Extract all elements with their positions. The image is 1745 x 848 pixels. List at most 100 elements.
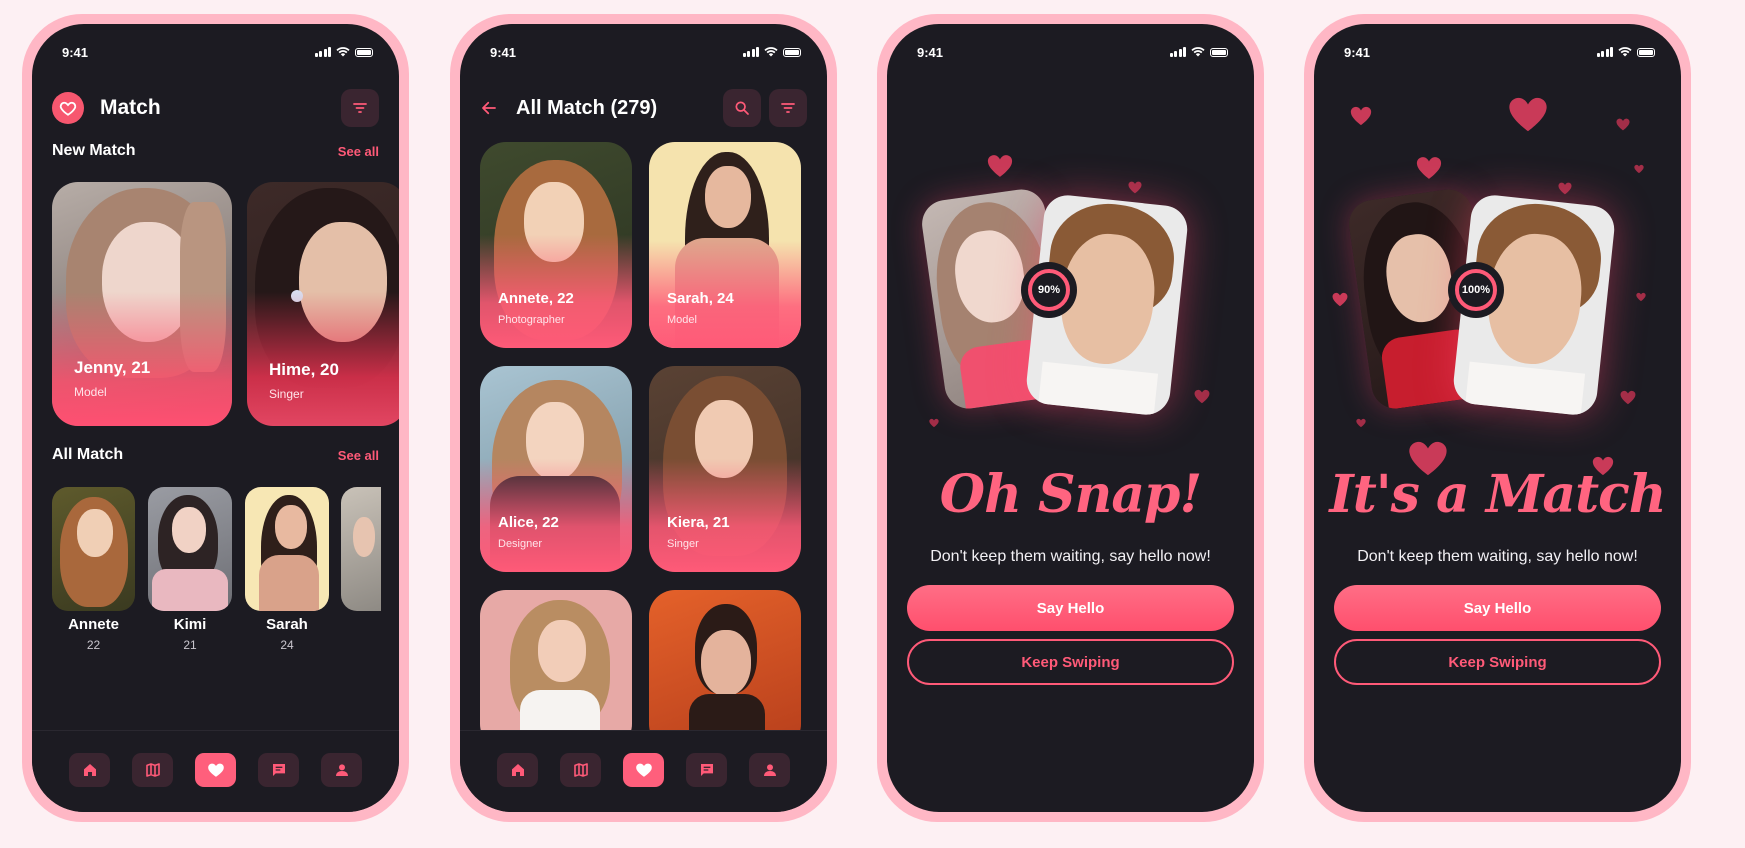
chat-icon [272,763,285,776]
match-card[interactable]: Kiera, 21 Singer [649,366,801,572]
match-percent: 100% [1455,269,1497,311]
match-card[interactable] [480,590,632,750]
all-match-photo[interactable] [148,487,232,611]
phone-its-a-match: 9:41 100% It's a Match Don't keep them w… [1304,14,1691,822]
person-age: 22 [86,638,101,652]
nav-profile-button[interactable] [321,752,362,787]
card-role: Designer [498,538,543,550]
phone-match-home: 9:41 Match New Match See all Jenny, 21 M… [22,14,409,822]
match-card[interactable]: Sarah, 24 Model [649,142,801,348]
battery-icon [1637,47,1655,57]
heart-icon [987,155,1013,177]
search-icon [735,101,749,115]
phone-all-match: 9:41 All Match (279) Annete, 22 Photogra [450,14,837,822]
card-role: Model [667,314,697,326]
all-match-photo[interactable] [341,487,381,611]
wifi-icon [1191,47,1205,57]
nav-home-button[interactable] [497,752,538,787]
battery-icon [355,47,373,57]
heart-icon [1194,389,1210,404]
match-percent-badge: 90% [1021,262,1077,318]
all-match-heading: All Match [52,446,124,463]
profile-icon [335,763,348,776]
nav-chat-button[interactable] [258,752,299,787]
filter-button[interactable] [769,89,807,127]
card-role: Photographer [498,314,565,326]
nav-match-button[interactable] [195,752,236,787]
match-card[interactable]: Alice, 22 Designer [480,366,632,572]
heart-icon [1636,292,1646,302]
wifi-icon [336,47,350,57]
say-hello-button[interactable]: Say Hello [907,585,1234,631]
page-title: Match [100,96,161,119]
heart-icon [1356,418,1366,428]
match-card[interactable] [649,590,801,750]
heart-icon [1558,182,1572,195]
card-role: Singer [667,538,699,550]
back-arrow-icon[interactable] [480,99,498,117]
card-name: Alice, 22 [498,514,559,531]
home-icon [83,763,96,776]
heart-icon [1332,292,1348,307]
all-match-see-all-link[interactable]: See all [338,448,379,463]
wifi-icon [1618,47,1632,57]
status-time: 9:41 [917,44,944,60]
heart-icon [1616,118,1630,131]
heart-icon [635,763,652,777]
bottom-nav [32,730,399,812]
nav-home-button[interactable] [69,752,110,787]
card-role: Model [74,385,107,399]
new-match-see-all-link[interactable]: See all [338,144,379,159]
card-name: Hime, 20 [269,360,339,379]
filter-button[interactable] [341,89,379,127]
wifi-icon [764,47,778,57]
nav-profile-button[interactable] [749,752,790,787]
new-match-heading: New Match [52,142,136,159]
page-title: All Match (279) [516,96,658,119]
filter-icon [781,103,795,113]
chat-icon [700,763,713,776]
status-time: 9:41 [62,44,89,60]
heart-icon [207,763,224,777]
filter-icon [353,103,367,113]
signal-icon [1596,47,1613,57]
nav-map-button[interactable] [132,752,173,787]
card-name: Annete, 22 [498,290,574,307]
match-headline: Oh Snap! [939,464,1202,525]
card-name: Jenny, 21 [74,358,151,377]
match-card[interactable]: Annete, 22 Photographer [480,142,632,348]
new-match-card[interactable]: Hime, 20 Singer [247,182,399,426]
keep-swiping-button[interactable]: Keep Swiping [1334,639,1661,685]
person-name: Kimi [173,616,207,633]
new-match-card[interactable]: Jenny, 21 Model [52,182,232,426]
all-match-photo[interactable] [52,487,135,611]
map-icon [145,762,160,777]
nav-map-button[interactable] [560,752,601,787]
status-bar: 9:41 [917,44,1228,60]
match-percent-badge: 100% [1448,262,1504,318]
heart-icon [929,418,939,428]
keep-swiping-button[interactable]: Keep Swiping [907,639,1234,685]
heart-icon [1128,181,1142,194]
signal-icon [1169,47,1186,57]
header: Match [52,88,379,128]
heart-icon [1634,164,1644,174]
person-age: 21 [183,638,197,652]
app-logo-icon [52,92,84,124]
status-bar: 9:41 [490,44,801,60]
nav-chat-button[interactable] [686,752,727,787]
match-tagline: Don't keep them waiting, say hello now! [1357,548,1638,565]
nav-match-button[interactable] [623,752,664,787]
heart-icon [1416,157,1442,179]
home-icon [511,763,524,776]
screen: 9:41 Match New Match See all Jenny, 21 M… [32,24,399,812]
say-hello-button[interactable]: Say Hello [1334,585,1661,631]
status-bar: 9:41 [62,44,373,60]
person-name: Sarah [266,616,308,633]
card-role: Singer [269,387,304,401]
battery-icon [1210,47,1228,57]
screen: 9:41 All Match (279) Annete, 22 Photogra [460,24,827,812]
battery-icon [783,47,801,57]
search-button[interactable] [723,89,761,127]
all-match-photo[interactable] [245,487,329,611]
